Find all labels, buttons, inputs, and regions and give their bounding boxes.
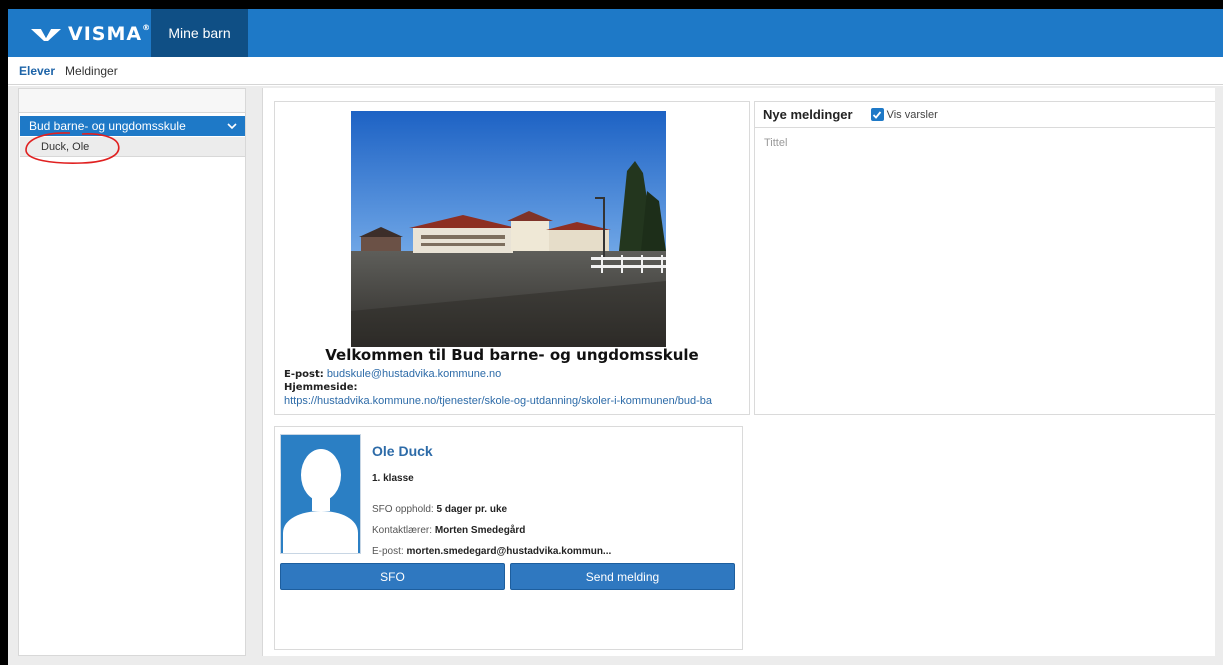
tab-mine-barn[interactable]: Mine barn (151, 9, 248, 57)
student-email-row: E-post: morten.smedegard@hustadvika.komm… (372, 546, 611, 557)
messages-column-header: Tittel (764, 137, 788, 149)
student-name[interactable]: Ole Duck (372, 443, 433, 459)
sub-navigation: Elever Meldinger (8, 57, 1223, 85)
show-notifications-toggle[interactable]: Vis varsler (870, 108, 938, 121)
checkbox-checked-icon[interactable] (870, 108, 884, 121)
messages-panel: Nye meldinger Vis varsler Tittel (754, 101, 1215, 415)
person-icon (283, 449, 358, 553)
messages-header: Nye meldinger Vis varsler (755, 102, 1215, 128)
visma-logo[interactable]: VISMA® (30, 23, 150, 45)
school-welcome-title: Velkommen til Bud barne- og ungdomsskule (325, 346, 699, 364)
school-homepage-row: Hjemmeside: (284, 381, 358, 393)
school-email-label: E-post: (284, 369, 324, 380)
avatar (280, 434, 361, 554)
school-card: Velkommen til Bud barne- og ungdomsskule… (274, 101, 750, 415)
student-email-value[interactable]: morten.smedegard@hustadvika.kommun... (406, 546, 611, 557)
school-homepage-link[interactable]: https://hustadvika.kommune.no/tjenester/… (284, 395, 712, 407)
sidebar-header (19, 89, 245, 113)
student-teacher-label: Kontaktlærer: (372, 525, 433, 536)
sfo-button[interactable]: SFO (280, 563, 505, 590)
student-teacher-row: Kontaktlærer: Morten Smedegård (372, 525, 525, 536)
student-sfo-row: SFO opphold: 5 dager pr. uke (372, 504, 507, 515)
chevron-down-icon (227, 123, 237, 130)
student-sfo-value: 5 dager pr. uke (436, 504, 508, 515)
school-homepage-label: Hjemmeside: (284, 382, 358, 393)
subnav-meldinger[interactable]: Meldinger (65, 64, 118, 78)
send-message-button[interactable]: Send melding (510, 563, 735, 590)
brand-name: VISMA® (68, 23, 151, 45)
sidebar: Bud barne- og ungdomsskule Duck, Ole (18, 88, 246, 656)
messages-title: Nye meldinger (763, 107, 853, 122)
top-bar: VISMA® Mine barn (8, 9, 1223, 57)
student-sfo-label: SFO opphold: (372, 504, 434, 515)
student-class: 1. klasse (372, 473, 414, 484)
subnav-elever[interactable]: Elever (19, 64, 55, 78)
student-teacher-value: Morten Smedegård (434, 525, 526, 536)
student-email-label: E-post: (372, 546, 404, 557)
annotation-red-circle (25, 132, 120, 164)
school-homepage-link-row: https://hustadvika.kommune.no/tjenester/… (284, 395, 712, 407)
visma-logo-icon (31, 29, 61, 41)
school-photo (351, 111, 666, 347)
show-notifications-label: Vis varsler (886, 108, 938, 121)
student-card: Ole Duck 1. klasse SFO opphold: 5 dager … (274, 426, 743, 650)
school-email-row: E-post: budskule@hustadvika.kommune.no (284, 368, 501, 380)
school-email-link[interactable]: budskule@hustadvika.kommune.no (327, 368, 501, 380)
